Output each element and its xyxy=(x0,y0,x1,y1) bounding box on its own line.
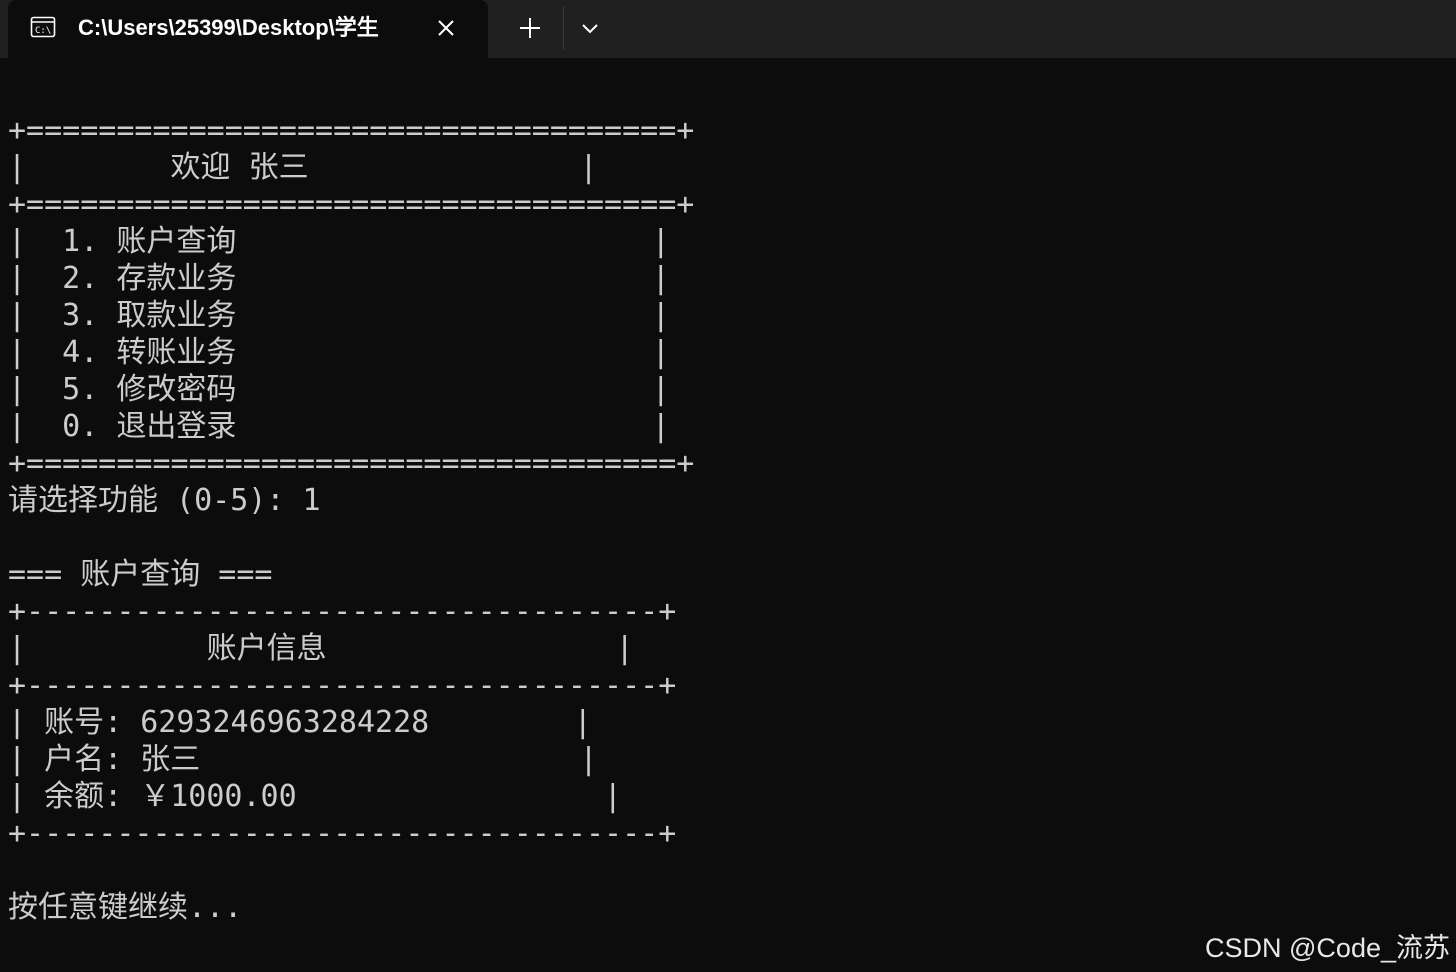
console-line: | 0. 退出登录 | xyxy=(8,409,670,444)
console-line: | 余额: ￥1000.00 | xyxy=(8,779,622,814)
console-line: | 3. 取款业务 | xyxy=(8,298,670,333)
plus-icon xyxy=(520,18,540,38)
new-tab-button[interactable] xyxy=(510,12,550,44)
tab-title: C:\Users\25399\Desktop\学生 xyxy=(78,15,379,40)
console-line: | 户名: 张三 | xyxy=(8,742,598,777)
console-line: +-----------------------------------+ xyxy=(8,816,677,851)
console-line: 请选择功能 (0-5): 1 xyxy=(8,483,321,518)
console-line: === 账户查询 === xyxy=(8,557,273,592)
console-line: +-----------------------------------+ xyxy=(8,668,677,703)
console-line: | 1. 账户查询 | xyxy=(8,224,670,259)
console-line: 按任意键继续... xyxy=(8,890,243,925)
console-line: | 2. 存款业务 | xyxy=(8,261,670,296)
console-line: +-----------------------------------+ xyxy=(8,594,677,629)
console-line: | 欢迎 张三 | xyxy=(8,150,598,185)
tab-dropdown-button[interactable] xyxy=(572,12,608,44)
console-output[interactable]: +====================================+ | … xyxy=(8,112,694,926)
title-bar: C:\ C:\Users\25399\Desktop\学生 xyxy=(0,0,1456,58)
svg-text:C:\: C:\ xyxy=(35,26,51,36)
terminal-icon: C:\ xyxy=(30,14,56,40)
console-line: +====================================+ xyxy=(8,113,695,148)
console-line: +====================================+ xyxy=(8,446,695,481)
toolbar-divider xyxy=(563,6,564,50)
watermark: CSDN @Code_流苏 xyxy=(1205,933,1450,963)
console-line: | 4. 转账业务 | xyxy=(8,335,670,370)
console-line: | 账户信息 | xyxy=(8,631,634,666)
chevron-down-icon xyxy=(582,24,598,34)
console-line: +====================================+ xyxy=(8,187,695,222)
console-line: | 5. 修改密码 | xyxy=(8,372,670,407)
terminal-tab[interactable]: C:\ C:\Users\25399\Desktop\学生 xyxy=(8,0,488,58)
console-line: | 账号: 6293246963284228 | xyxy=(8,705,592,740)
close-icon[interactable] xyxy=(432,14,460,42)
